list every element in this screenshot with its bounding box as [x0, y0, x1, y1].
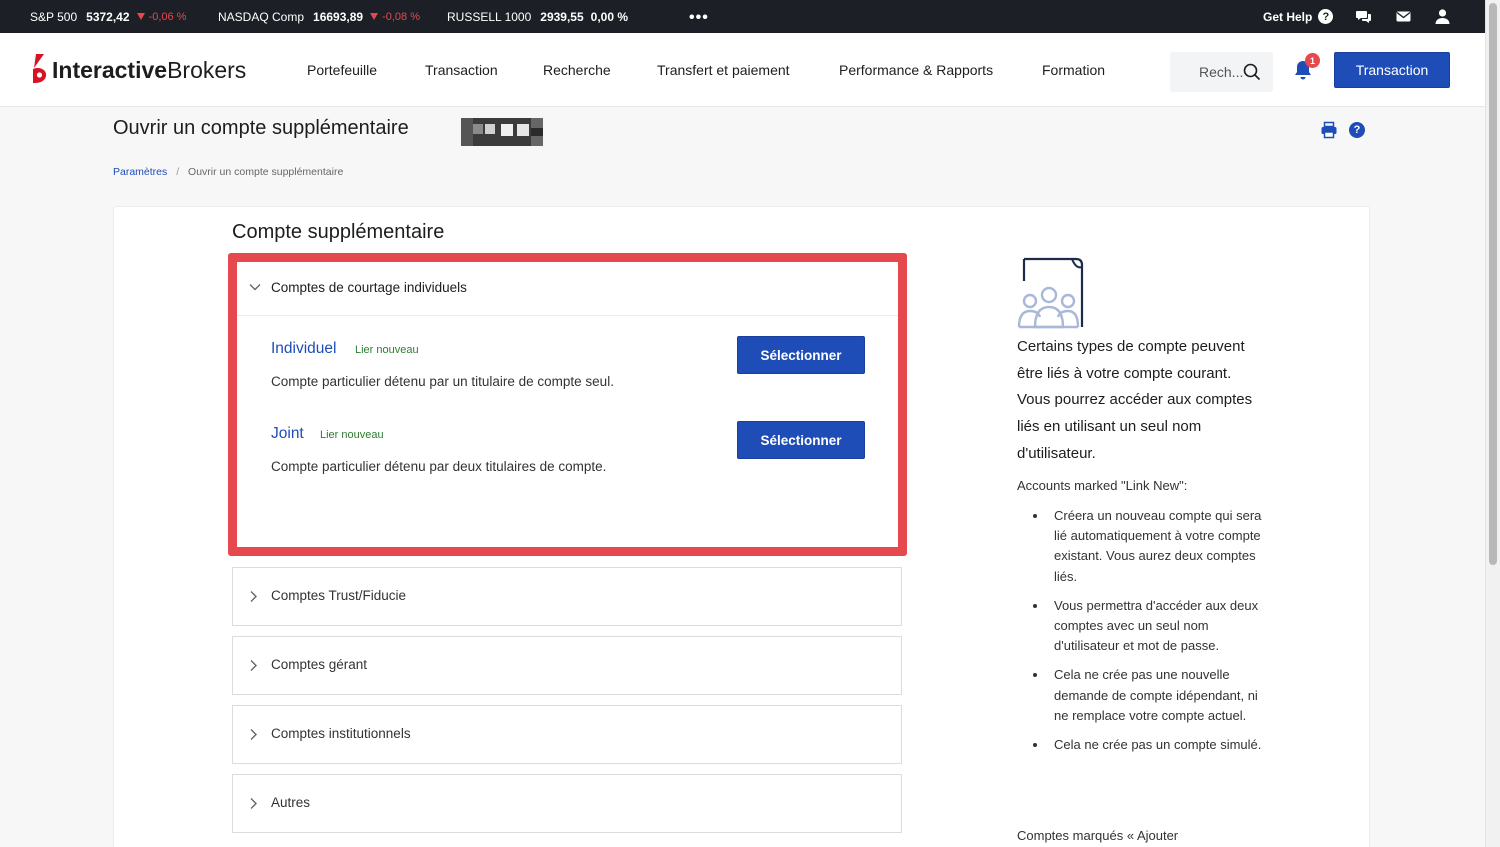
nav-transaction[interactable]: Transaction — [425, 33, 498, 107]
scrollbar-thumb[interactable] — [1489, 3, 1497, 565]
search-input[interactable]: Rech... — [1170, 52, 1273, 92]
accordion-institutionnels[interactable]: Comptes institutionnels — [232, 705, 902, 764]
chevron-right-icon — [250, 798, 257, 809]
list-item: Vous permettra d'accéder aux deux compte… — [1017, 596, 1267, 657]
more-ticker-button[interactable]: ••• — [689, 9, 709, 27]
main-navbar: InteractiveBrokers Portefeuille Transact… — [0, 33, 1485, 107]
breadcrumb-parametres[interactable]: Paramètres — [113, 166, 167, 178]
chevron-down-icon — [249, 284, 261, 291]
ticker-nasdaq[interactable]: NASDAQ Comp 16693,89 -0,08 % — [218, 0, 420, 33]
option-individuel-name: Individuel — [271, 340, 337, 357]
down-arrow-icon — [136, 13, 145, 20]
add-accounts-note: Comptes marqués « Ajouter — [1017, 828, 1179, 843]
chevron-right-icon — [250, 660, 257, 671]
linked-accounts-intro: Certains types de compte peuvent être li… — [1017, 338, 1253, 462]
chevron-right-icon — [250, 591, 257, 602]
breadcrumb-current: Ouvrir un compte supplémentaire — [188, 166, 344, 178]
redacted-account-id — [461, 118, 543, 146]
ticker-russell[interactable]: RUSSELL 1000 2939,55 0,00 % — [447, 0, 628, 33]
notification-badge: 1 — [1305, 53, 1320, 68]
chat-icon[interactable] — [1355, 8, 1372, 25]
market-ticker-bar: S&P 500 5372,42 -0,06 % NASDAQ Comp 1669… — [0, 0, 1485, 33]
accordion-individual-brokerage: Comptes de courtage individuels Individu… — [232, 258, 902, 552]
down-arrow-icon — [370, 13, 379, 20]
page-help-icon[interactable]: ? — [1349, 122, 1365, 138]
page-scrollbar[interactable] — [1485, 0, 1500, 847]
select-joint-button[interactable]: Sélectionner — [737, 421, 865, 459]
chevron-right-icon — [250, 729, 257, 740]
link-new-subheading: Accounts marked "Link New": — [1017, 478, 1188, 493]
accordion-gerant[interactable]: Comptes gérant — [232, 636, 902, 695]
help-icon: ? — [1318, 9, 1334, 24]
accordion-header-individual[interactable]: Comptes de courtage individuels — [233, 259, 901, 316]
option-individuel-link-new: Lier nouveau — [355, 344, 419, 356]
breadcrumb: Paramètres / Ouvrir un compte supplément… — [113, 166, 344, 178]
search-icon — [1243, 63, 1261, 81]
search-placeholder: Rech... — [1199, 64, 1244, 80]
option-joint-link-new: Lier nouveau — [320, 429, 384, 441]
nav-performance-rapports[interactable]: Performance & Rapports — [839, 33, 993, 107]
section-title: Compte supplémentaire — [232, 221, 445, 243]
ib-logo-icon — [33, 54, 47, 83]
option-joint-description: Compte particulier détenu par deux titul… — [271, 459, 607, 474]
linked-accounts-illustration-icon — [1017, 257, 1084, 329]
accordion-trust-fiducie[interactable]: Comptes Trust/Fiducie — [232, 567, 902, 626]
nav-transfert-paiement[interactable]: Transfert et paiement — [657, 33, 790, 107]
list-item: Cela ne crée pas une nouvelle demande de… — [1017, 665, 1267, 726]
option-joint-name: Joint — [271, 425, 304, 442]
nav-formation[interactable]: Formation — [1042, 33, 1105, 107]
transaction-button[interactable]: Transaction — [1334, 52, 1450, 88]
nav-recherche[interactable]: Recherche — [543, 33, 611, 107]
mail-icon[interactable] — [1395, 8, 1412, 25]
page-title: Ouvrir un compte supplémentaire — [113, 117, 409, 139]
interactive-brokers-logo[interactable]: InteractiveBrokers — [30, 51, 246, 89]
ticker-sp500[interactable]: S&P 500 5372,42 -0,06 % — [30, 0, 186, 33]
accordion-autres[interactable]: Autres — [232, 774, 902, 833]
option-individuel-description: Compte particulier détenu par un titulai… — [271, 374, 614, 389]
nav-portefeuille[interactable]: Portefeuille — [307, 33, 377, 107]
get-help-button[interactable]: Get Help ? — [1263, 0, 1334, 33]
list-item: Cela ne crée pas un compte simulé. — [1017, 735, 1267, 755]
link-new-bullet-list: Créera un nouveau compte qui sera lié au… — [1017, 506, 1267, 764]
user-icon[interactable] — [1434, 8, 1451, 25]
list-item: Créera un nouveau compte qui sera lié au… — [1017, 506, 1267, 587]
print-icon[interactable] — [1320, 121, 1338, 139]
logo-text: InteractiveBrokers — [52, 56, 247, 83]
select-individuel-button[interactable]: Sélectionner — [737, 336, 865, 374]
